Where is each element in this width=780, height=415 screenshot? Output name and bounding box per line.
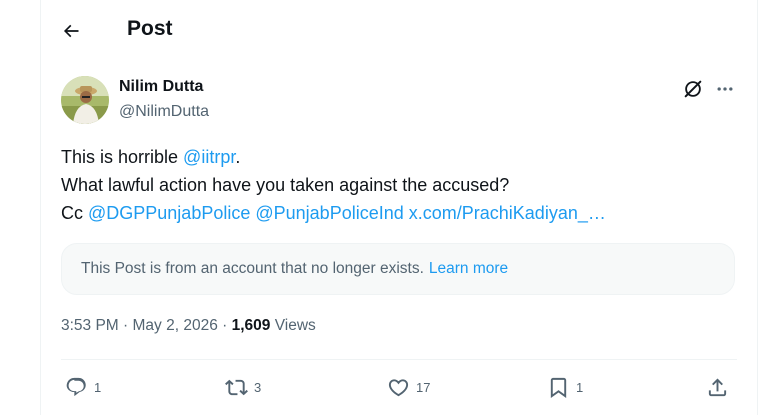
action-bar: 1 3 17 1 — [41, 372, 757, 402]
external-link[interactable]: x.com/PrachiKadiyan_… — [409, 203, 606, 223]
author-name[interactable]: Nilim Dutta — [119, 78, 203, 96]
page-title: Post — [127, 17, 173, 40]
more-button[interactable] — [713, 77, 737, 101]
author-handle[interactable]: @NilimDutta — [119, 103, 209, 121]
learn-more-link[interactable]: Learn more — [429, 260, 508, 278]
like-button[interactable]: 17 — [387, 372, 430, 402]
post-text: This is horrible @iitrpr. What lawful ac… — [61, 143, 741, 227]
bookmark-count: 1 — [576, 379, 584, 395]
post-line-2: What lawful action have you taken agains… — [61, 175, 510, 195]
post-column: Post Nilim Dutta @NilimDutta This is hor… — [40, 0, 758, 415]
views-count: 1,609 — [231, 317, 271, 334]
mention-iitrpr[interactable]: @iitrpr — [183, 147, 235, 167]
post-text-segment: . — [235, 147, 241, 167]
post-meta: 3:53 PM · May 2, 2026 · 1,609 Views — [61, 317, 316, 335]
mention-punjab-police-ind[interactable]: @PunjabPoliceInd — [255, 203, 403, 223]
post-time[interactable]: 3:53 PM — [61, 317, 119, 334]
more-icon — [717, 87, 733, 91]
bookmark-button[interactable]: 1 — [547, 372, 583, 402]
post-date[interactable]: May 2, 2026 — [133, 317, 218, 334]
post-text-segment: This is horrible — [61, 147, 184, 167]
header: Post — [41, 0, 757, 62]
back-button[interactable] — [53, 13, 89, 49]
reply-icon — [66, 377, 86, 396]
reply-count: 1 — [94, 379, 102, 395]
reply-button[interactable]: 1 — [65, 372, 101, 402]
back-arrow-icon — [63, 24, 79, 38]
repost-count: 3 — [254, 379, 262, 395]
bookmark-icon — [550, 377, 567, 398]
post-line-1: This is horrible @iitrpr. — [61, 143, 741, 171]
divider — [61, 359, 737, 360]
like-count: 17 — [416, 379, 431, 395]
post-text-segment: Cc — [61, 203, 88, 223]
grok-button[interactable] — [681, 77, 705, 101]
repost-button[interactable]: 3 — [225, 372, 261, 402]
grok-icon — [684, 80, 702, 98]
deleted-account-notice: This Post is from an account that no lon… — [61, 243, 735, 295]
like-icon — [388, 378, 409, 396]
repost-icon — [225, 379, 248, 395]
post-line-3: Cc @DGPPunjabPolice @PunjabPoliceInd x.c… — [61, 199, 741, 227]
meta-separator: · — [217, 317, 232, 334]
notice-text: This Post is from an account that no lon… — [81, 260, 424, 277]
share-icon — [708, 377, 727, 396]
avatar-image — [61, 76, 109, 124]
share-button[interactable] — [706, 372, 729, 402]
meta-separator: · — [118, 317, 133, 334]
avatar[interactable] — [61, 76, 109, 124]
views-label: Views — [274, 317, 316, 334]
mention-dgp-punjab-police[interactable]: @DGPPunjabPolice — [88, 203, 250, 223]
